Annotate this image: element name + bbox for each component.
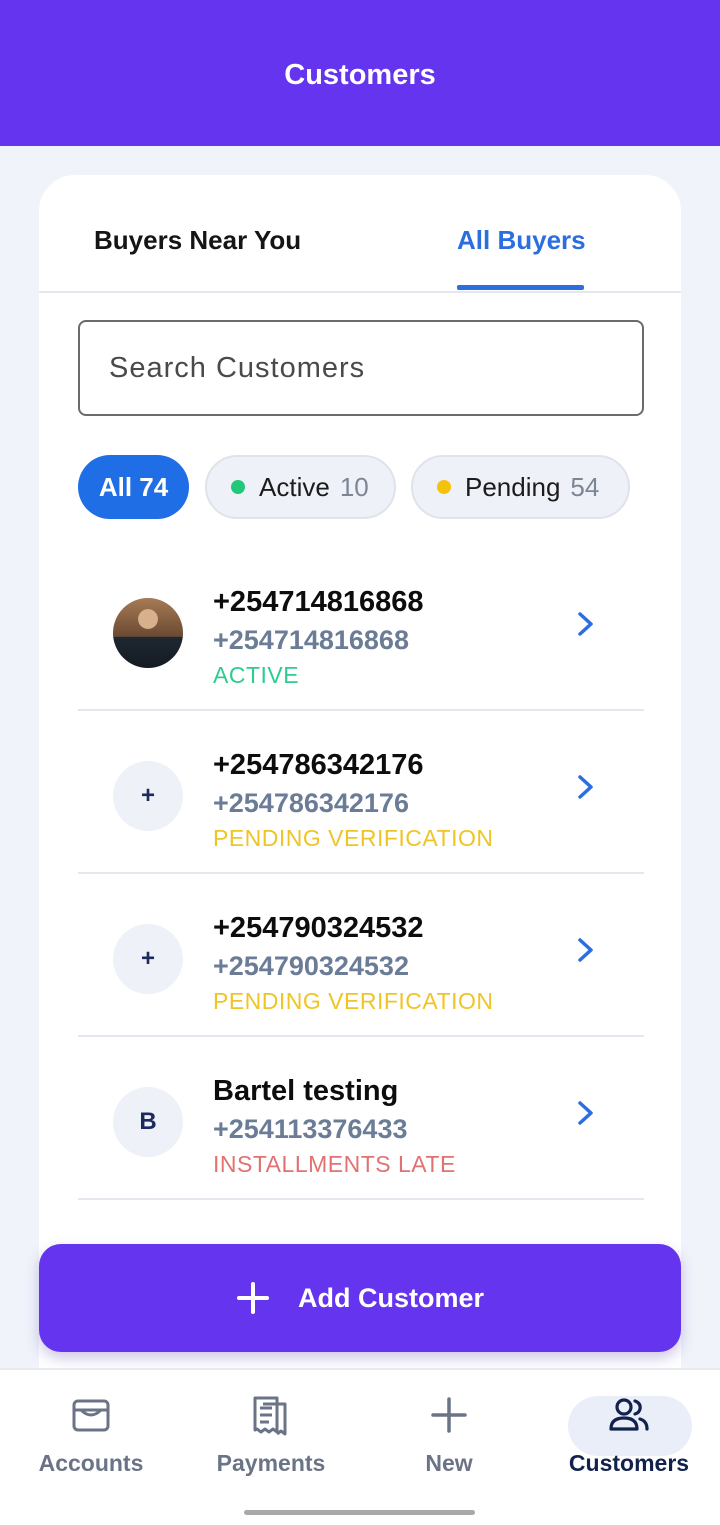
page-title: Customers — [284, 58, 436, 91]
wallet-icon — [71, 1392, 111, 1438]
customer-list: +254714816868 +254714816868 ACTIVE + +25… — [78, 548, 644, 1200]
chevron-right-icon — [578, 1101, 593, 1125]
customer-row[interactable]: + +254790324532 +254790324532 PENDING VE… — [78, 874, 644, 1037]
nav-payments-label: Payments — [216, 1450, 326, 1476]
filter-active-chip[interactable]: Active 10 — [205, 455, 396, 519]
receipt-icon — [251, 1392, 291, 1438]
filter-all-label: All 74 — [98, 471, 169, 502]
avatar: B — [113, 1087, 183, 1157]
filter-pending-chip[interactable]: Pending 54 — [411, 455, 630, 519]
filter-pending-count: 54 — [570, 471, 600, 502]
users-icon — [608, 1392, 650, 1438]
customer-phone: +254714816868 — [213, 625, 409, 655]
customers-card: Buyers Near You All Buyers Search Custom… — [39, 175, 681, 1375]
nav-payments[interactable]: Payments — [196, 1392, 346, 1482]
filter-active-label: Active — [259, 471, 330, 502]
customer-row[interactable]: + +254786342176 +254786342176 PENDING VE… — [78, 711, 644, 874]
customer-phone: +254786342176 — [213, 788, 409, 818]
search-input[interactable]: Search Customers — [78, 320, 644, 416]
chevron-right-icon — [578, 938, 593, 962]
filter-all-chip[interactable]: All 74 — [78, 455, 189, 519]
nav-accounts[interactable]: Accounts — [16, 1392, 166, 1482]
nav-new[interactable]: New — [374, 1392, 524, 1482]
customer-status: PENDING VERIFICATION — [213, 988, 494, 1014]
avatar — [113, 598, 183, 668]
customer-name: Bartel testing — [213, 1075, 399, 1107]
customer-name: +254786342176 — [213, 749, 424, 781]
search-placeholder: Search Customers — [109, 351, 366, 384]
customer-name: +254790324532 — [213, 912, 424, 944]
nav-customers[interactable]: Customers — [554, 1392, 704, 1482]
nav-new-label: New — [425, 1450, 473, 1476]
plus-icon — [431, 1392, 467, 1438]
customer-row[interactable]: +254714816868 +254714816868 ACTIVE — [78, 548, 644, 711]
avatar: + — [113, 761, 183, 831]
customer-phone: +254113376433 — [213, 1114, 408, 1144]
nav-accounts-label: Accounts — [38, 1450, 144, 1476]
active-tab-indicator — [457, 285, 584, 290]
add-customer-label: Add Customer — [297, 1282, 484, 1313]
avatar: + — [113, 924, 183, 994]
filter-active-count: 10 — [339, 471, 369, 502]
home-indicator — [244, 1510, 475, 1515]
nav-customers-label: Customers — [568, 1450, 690, 1476]
app-header: Customers — [0, 0, 720, 146]
bottom-nav: Accounts Payments New Customers — [0, 1368, 720, 1525]
chevron-right-icon — [578, 612, 593, 636]
customer-status: ACTIVE — [213, 662, 300, 688]
filter-pending-label: Pending — [465, 471, 561, 502]
active-dot-icon — [231, 480, 245, 494]
customer-name: +254714816868 — [213, 586, 424, 618]
customer-status: PENDING VERIFICATION — [213, 825, 494, 851]
customer-phone: +254790324532 — [213, 951, 409, 981]
customer-status: INSTALLMENTS LATE — [213, 1151, 456, 1177]
add-customer-button[interactable]: Add Customer — [39, 1244, 681, 1352]
customer-row[interactable]: B Bartel testing +254113376433 INSTALLME… — [78, 1037, 644, 1200]
pending-dot-icon — [437, 480, 451, 494]
plus-icon — [236, 1282, 269, 1314]
buyers-tabs: Buyers Near You All Buyers — [39, 175, 681, 293]
tab-buyers-near-you[interactable]: Buyers Near You — [94, 225, 301, 256]
chevron-right-icon — [578, 775, 593, 799]
tab-all-buyers[interactable]: All Buyers — [457, 225, 586, 256]
